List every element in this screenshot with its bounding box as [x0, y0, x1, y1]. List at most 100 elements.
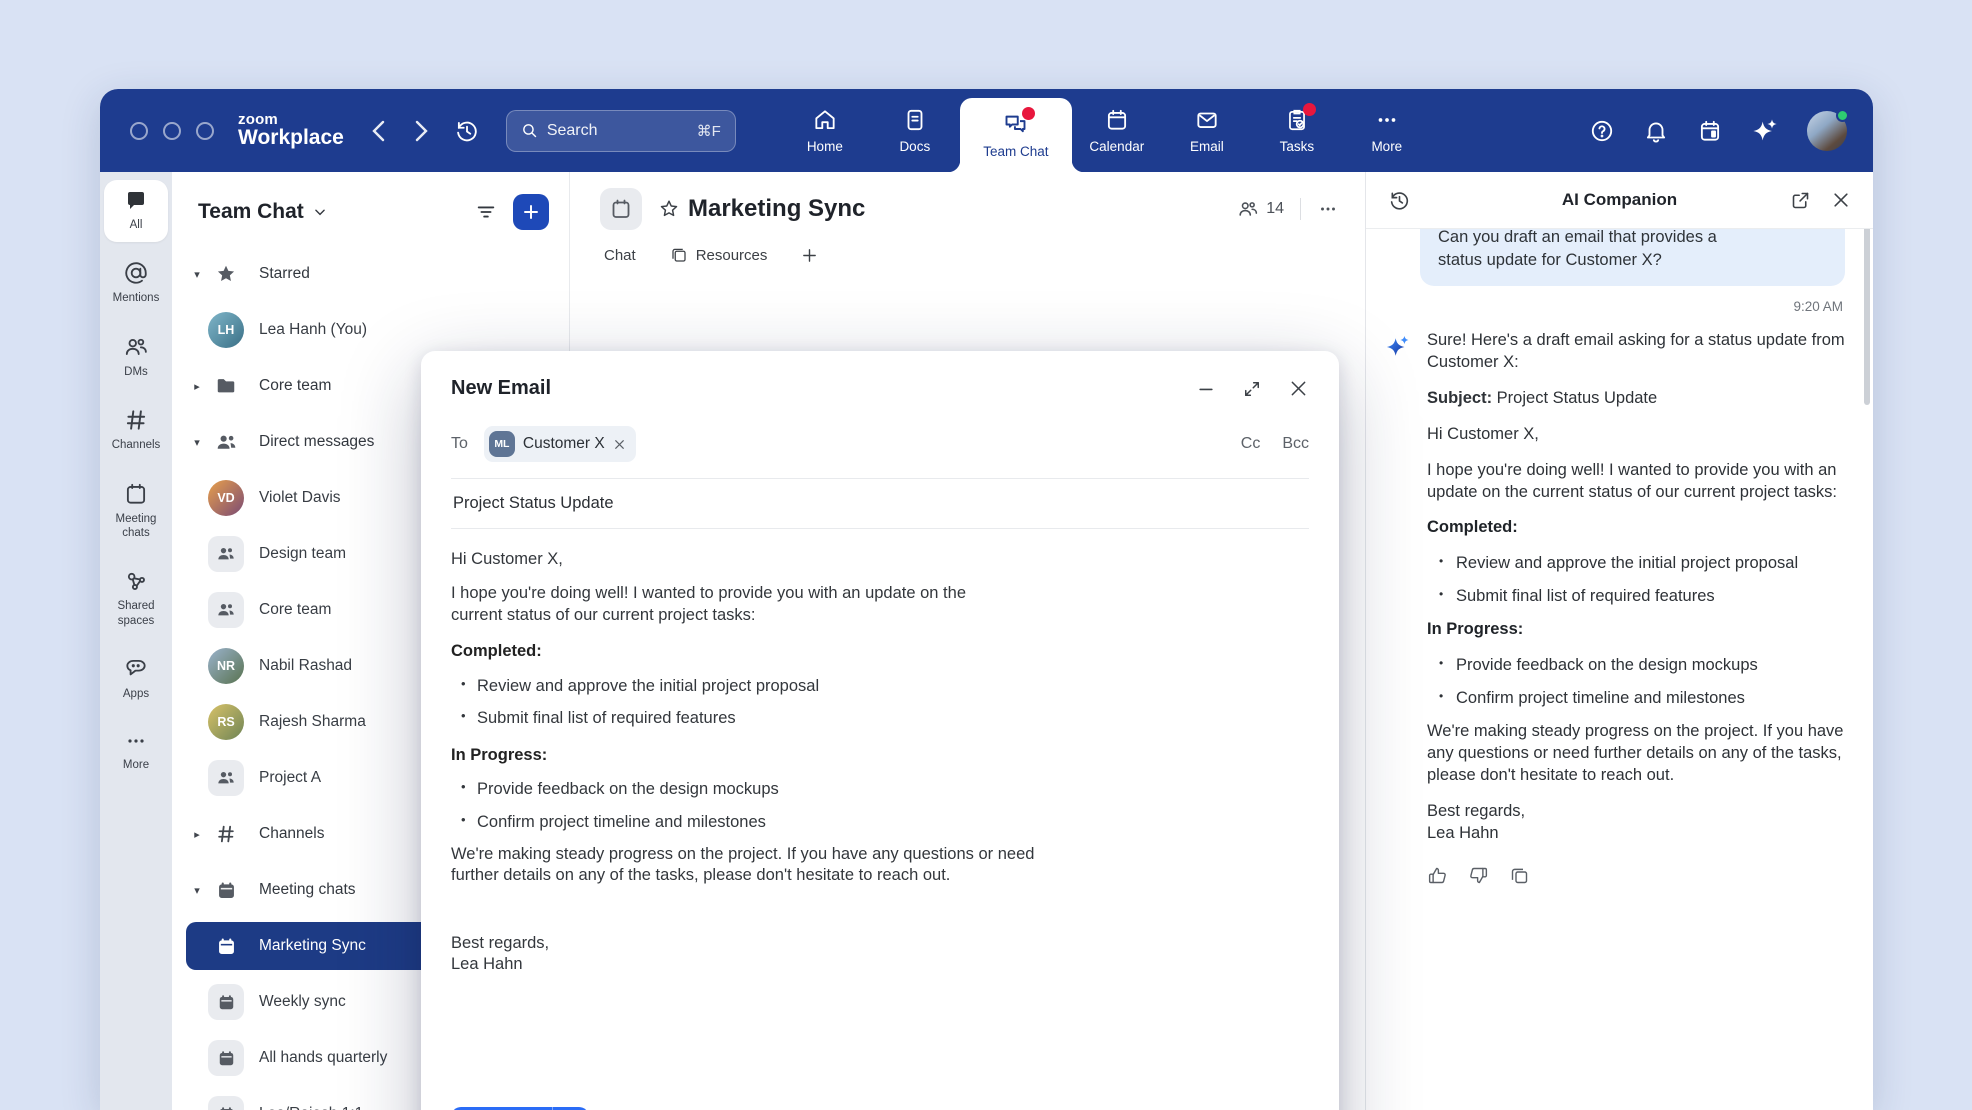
tab-resources[interactable]: Resources — [670, 246, 768, 264]
all-chats-icon — [124, 189, 148, 213]
docs-icon — [902, 107, 928, 133]
ai-conversation[interactable]: Can you draft an email that provides a s… — [1366, 229, 1873, 1110]
caret-down-icon: ▾ — [188, 268, 206, 281]
zoom-workplace-logo: zoom Workplace — [238, 112, 344, 150]
recipient-name: Customer X — [523, 435, 605, 453]
thumbs-up-icon[interactable] — [1427, 865, 1448, 886]
open-in-new-window-icon[interactable] — [1790, 190, 1811, 211]
history-icon[interactable] — [454, 118, 480, 144]
home-icon — [812, 107, 838, 133]
user-prompt-bubble: Can you draft an email that provides a s… — [1420, 229, 1845, 286]
list-item: Provide feedback on the design mockups — [461, 779, 1309, 800]
rail-meeting-chats[interactable]: Meeting chats — [104, 472, 168, 551]
nav-home[interactable]: Home — [780, 89, 870, 172]
remove-recipient-icon[interactable] — [613, 438, 626, 451]
chat-lea-hanh[interactable]: LH Lea Hanh (You) — [172, 302, 569, 358]
search-shortcut: ⌘F — [697, 122, 721, 140]
nav-email[interactable]: Email — [1162, 89, 1252, 172]
left-rail: All Mentions DMs Channels Meeting chats … — [100, 172, 172, 1110]
list-item: Submit final list of required features — [461, 708, 1309, 729]
team-chat-notification-dot — [1022, 107, 1035, 120]
window-controls[interactable] — [130, 122, 214, 140]
close-icon[interactable] — [1288, 378, 1309, 399]
favorite-star-icon[interactable] — [658, 198, 680, 220]
search-input[interactable]: Search ⌘F — [506, 110, 736, 152]
ai-subject-line: Subject: Project Status Update — [1427, 388, 1847, 410]
nav-more-label: More — [1371, 139, 1402, 154]
list-item: Review and approve the initial project p… — [461, 676, 1309, 697]
ai-completed-heading: Completed: — [1427, 517, 1847, 539]
window-close-button[interactable] — [130, 122, 148, 140]
rail-dms[interactable]: DMs — [104, 325, 168, 389]
notifications-bell-icon[interactable] — [1643, 118, 1669, 144]
email-completed-list: Review and approve the initial project p… — [461, 676, 1309, 730]
nav-tasks-label: Tasks — [1280, 139, 1315, 154]
thumbs-down-icon[interactable] — [1468, 865, 1489, 886]
email-body-editor[interactable]: Hi Customer X, I hope you're doing well!… — [451, 529, 1309, 1097]
star-icon — [208, 256, 244, 292]
channel-more-icon[interactable] — [1317, 198, 1339, 220]
help-icon[interactable] — [1589, 118, 1615, 144]
rail-meeting-chats-label: Meeting chats — [106, 512, 166, 541]
minimize-icon[interactable] — [1196, 379, 1216, 399]
caret-down-icon: ▾ — [188, 436, 206, 449]
window-minimize-button[interactable] — [163, 122, 181, 140]
rail-mentions[interactable]: Mentions — [104, 251, 168, 315]
filter-icon[interactable] — [475, 201, 497, 223]
rail-apps[interactable]: Apps — [104, 647, 168, 711]
ai-close-icon[interactable] — [1831, 190, 1851, 211]
nav-tasks[interactable]: Tasks — [1252, 89, 1342, 172]
calendar-icon — [1104, 107, 1130, 133]
group-people-icon — [208, 536, 244, 572]
recipient-chip[interactable]: ML Customer X — [484, 426, 636, 462]
logo-zoom-text: zoom — [238, 112, 344, 128]
nav-team-chat-label: Team Chat — [983, 144, 1048, 159]
ai-history-icon[interactable] — [1388, 189, 1411, 212]
nav-more[interactable]: More — [1342, 89, 1432, 172]
avatar: LH — [208, 312, 244, 348]
rail-shared-spaces-label: Shared spaces — [106, 599, 166, 628]
section-starred[interactable]: ▾ Starred — [172, 246, 569, 302]
meeting-calendar-icon — [208, 1096, 244, 1110]
tab-chat[interactable]: Chat — [604, 247, 636, 264]
ai-paragraph: I hope you're doing well! I wanted to pr… — [1427, 460, 1847, 504]
mentions-icon — [123, 260, 149, 286]
subject-field[interactable]: Project Status Update — [451, 479, 1309, 529]
ai-closing: We're making steady progress on the proj… — [1427, 721, 1847, 787]
team-chat-title-dropdown[interactable]: Team Chat — [198, 200, 327, 224]
email-closing: We're making steady progress on the proj… — [451, 844, 1051, 887]
caret-down-icon: ▾ — [188, 884, 206, 897]
rail-channels[interactable]: Channels — [104, 398, 168, 462]
new-meeting-calendar-icon[interactable] — [1697, 118, 1723, 144]
list-item: Submit final list of required features — [1439, 586, 1847, 608]
main-navigation: Home Docs Team Chat Calendar — [780, 89, 1432, 172]
apps-icon — [123, 656, 149, 682]
cc-button[interactable]: Cc — [1241, 435, 1261, 453]
new-chat-button[interactable] — [513, 194, 549, 230]
chevron-down-icon — [313, 205, 327, 219]
rail-apps-label: Apps — [123, 687, 149, 701]
rail-all[interactable]: All — [104, 180, 168, 242]
expand-icon[interactable] — [1242, 379, 1262, 399]
shared-spaces-icon — [123, 568, 149, 594]
ai-companion-sparkle-icon[interactable] — [1751, 117, 1779, 145]
back-arrow-icon[interactable] — [372, 120, 385, 142]
forward-arrow-icon[interactable] — [415, 120, 428, 142]
nav-docs[interactable]: Docs — [870, 89, 960, 172]
nav-team-chat[interactable]: Team Chat — [960, 98, 1072, 172]
divider — [1300, 198, 1301, 220]
rail-more[interactable]: More — [104, 720, 168, 782]
bcc-button[interactable]: Bcc — [1282, 435, 1309, 453]
window-maximize-button[interactable] — [196, 122, 214, 140]
members-button[interactable]: 14 — [1237, 198, 1284, 220]
add-tab-button[interactable] — [801, 247, 818, 264]
plus-icon — [522, 203, 540, 221]
ai-intro: Sure! Here's a draft email asking for a … — [1427, 330, 1847, 374]
nav-calendar[interactable]: Calendar — [1072, 89, 1162, 172]
copy-icon[interactable] — [1509, 865, 1530, 886]
rail-all-label: All — [130, 218, 143, 232]
user-avatar[interactable] — [1807, 111, 1847, 151]
rail-shared-spaces[interactable]: Shared spaces — [104, 559, 168, 638]
list-item: Confirm project timeline and milestones — [461, 812, 1309, 833]
zoom-workplace-window: zoom Workplace Search ⌘F — [100, 89, 1873, 1110]
